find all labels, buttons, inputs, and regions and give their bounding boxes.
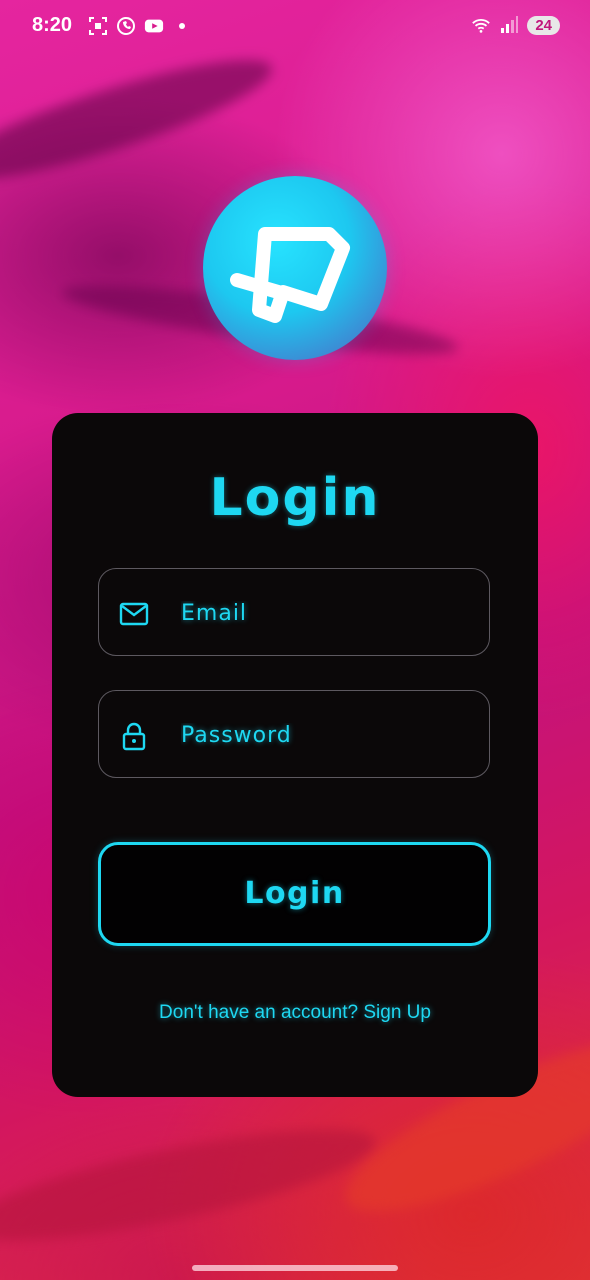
mail-icon: [119, 602, 149, 626]
signal-icon: [501, 16, 519, 33]
status-right-icons: 24: [471, 15, 560, 35]
email-input[interactable]: [179, 587, 473, 639]
lock-icon: [122, 722, 146, 751]
home-indicator[interactable]: [192, 1265, 398, 1271]
wifi-icon: [472, 19, 491, 33]
logo-glyph: [230, 227, 350, 323]
screenshot-icon: [89, 17, 107, 35]
status-time: 8:20: [32, 14, 73, 36]
battery-indicator: 24: [527, 15, 560, 35]
password-input[interactable]: [179, 709, 473, 761]
status-left-icons: [88, 16, 192, 36]
signup-link[interactable]: Don't have an account? Sign Up: [0, 1002, 590, 1024]
bg-streak: [0, 1107, 383, 1263]
youtube-icon: [144, 19, 164, 33]
status-bar: 8:20 24: [0, 0, 590, 56]
page-title: Login: [209, 468, 381, 528]
notification-dot-icon: [179, 23, 185, 29]
password-field[interactable]: [98, 690, 490, 778]
app-logo-icon: [203, 176, 387, 360]
login-button[interactable]: Login: [98, 842, 491, 946]
email-field[interactable]: [98, 568, 490, 656]
whatsapp-icon: [117, 17, 135, 35]
